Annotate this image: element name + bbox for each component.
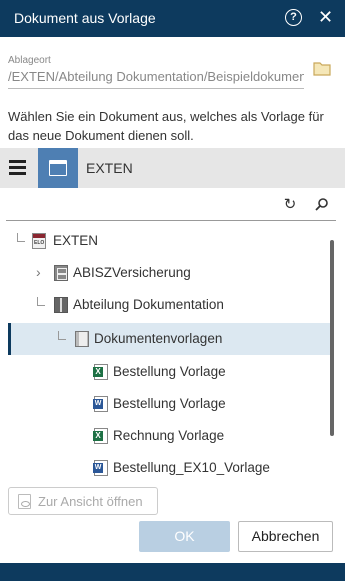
tree-item-bestellung-ex10-vorlage[interactable]: Bestellung_EX10_Vorlage (0, 452, 328, 484)
open-view-label: Zur Ansicht öffnen (38, 494, 143, 509)
question-circle-icon[interactable]: ? (285, 9, 302, 26)
workspace-label: EXTEN (86, 160, 133, 176)
tree-item-label: Abteilung Dokumentation (73, 297, 224, 312)
view-document-icon (18, 494, 31, 509)
repository-toolbar: EXTEN (0, 148, 345, 188)
tree-item-label: Rechnung Vorlage (113, 428, 225, 443)
tree-item-label: EXTEN (53, 233, 99, 248)
search-icon[interactable] (312, 195, 332, 215)
folder-icon[interactable] (313, 61, 331, 76)
instruction-text: Wählen Sie ein Dokument aus, welches als… (8, 109, 324, 143)
tree-item-rechnung-vorlage[interactable]: Rechnung Vorlage (0, 420, 328, 452)
repository-tree: ELO EXTEN › ABISZVersicherung Abteilung … (0, 225, 345, 487)
location-field[interactable]: /EXTEN/Abteilung Dokumentation/Beispield… (8, 69, 304, 89)
workspace-tab[interactable] (38, 148, 78, 188)
open-view-button[interactable]: Zur Ansicht öffnen (8, 487, 158, 515)
tree-item-label: Dokumentenvorlagen (94, 331, 223, 346)
tree-item-label: Bestellung_EX10_Vorlage (113, 460, 270, 475)
cabinet-icon (54, 265, 68, 281)
binder-icon (54, 297, 68, 313)
dialog-title: Dokument aus Vorlage (14, 10, 156, 26)
tree-item-label: Bestellung Vorlage (113, 396, 226, 411)
hamburger-menu-icon[interactable] (9, 160, 26, 175)
tree-item-abiszversicherung[interactable]: › ABISZVersicherung (0, 257, 328, 289)
tree-item-exten[interactable]: ELO EXTEN (0, 225, 328, 257)
chevron-right-icon[interactable]: › (36, 264, 41, 280)
cancel-button[interactable]: Abbrechen (238, 521, 333, 552)
tree-item-bestellung-vorlage-xlsx[interactable]: Bestellung Vorlage (0, 356, 328, 388)
folder-icon (75, 331, 89, 347)
window-icon (49, 160, 67, 176)
excel-file-icon (93, 428, 108, 444)
ok-button[interactable]: OK (139, 521, 230, 552)
tree-item-label: Bestellung Vorlage (113, 364, 226, 379)
close-icon[interactable]: ✕ (318, 7, 333, 27)
bottom-bar (0, 563, 345, 581)
tree-item-abteilung-dokumentation[interactable]: Abteilung Dokumentation (0, 289, 328, 321)
word-file-icon (93, 460, 108, 476)
excel-file-icon (93, 364, 108, 380)
tree-item-dokumentenvorlagen[interactable]: Dokumentenvorlagen (8, 323, 330, 355)
refresh-icon[interactable]: ↻ (280, 195, 300, 215)
location-label: Ablageort (8, 55, 51, 66)
tree-toolbar: ↻ (6, 191, 336, 221)
tree-item-bestellung-vorlage-docx[interactable]: Bestellung Vorlage (0, 388, 328, 420)
tree-scrollbar[interactable] (330, 240, 334, 436)
dialog-titlebar: Dokument aus Vorlage ? ✕ (0, 0, 345, 37)
word-file-icon (93, 396, 108, 412)
archive-icon: ELO (32, 233, 46, 249)
tree-item-label: ABISZVersicherung (73, 265, 191, 280)
